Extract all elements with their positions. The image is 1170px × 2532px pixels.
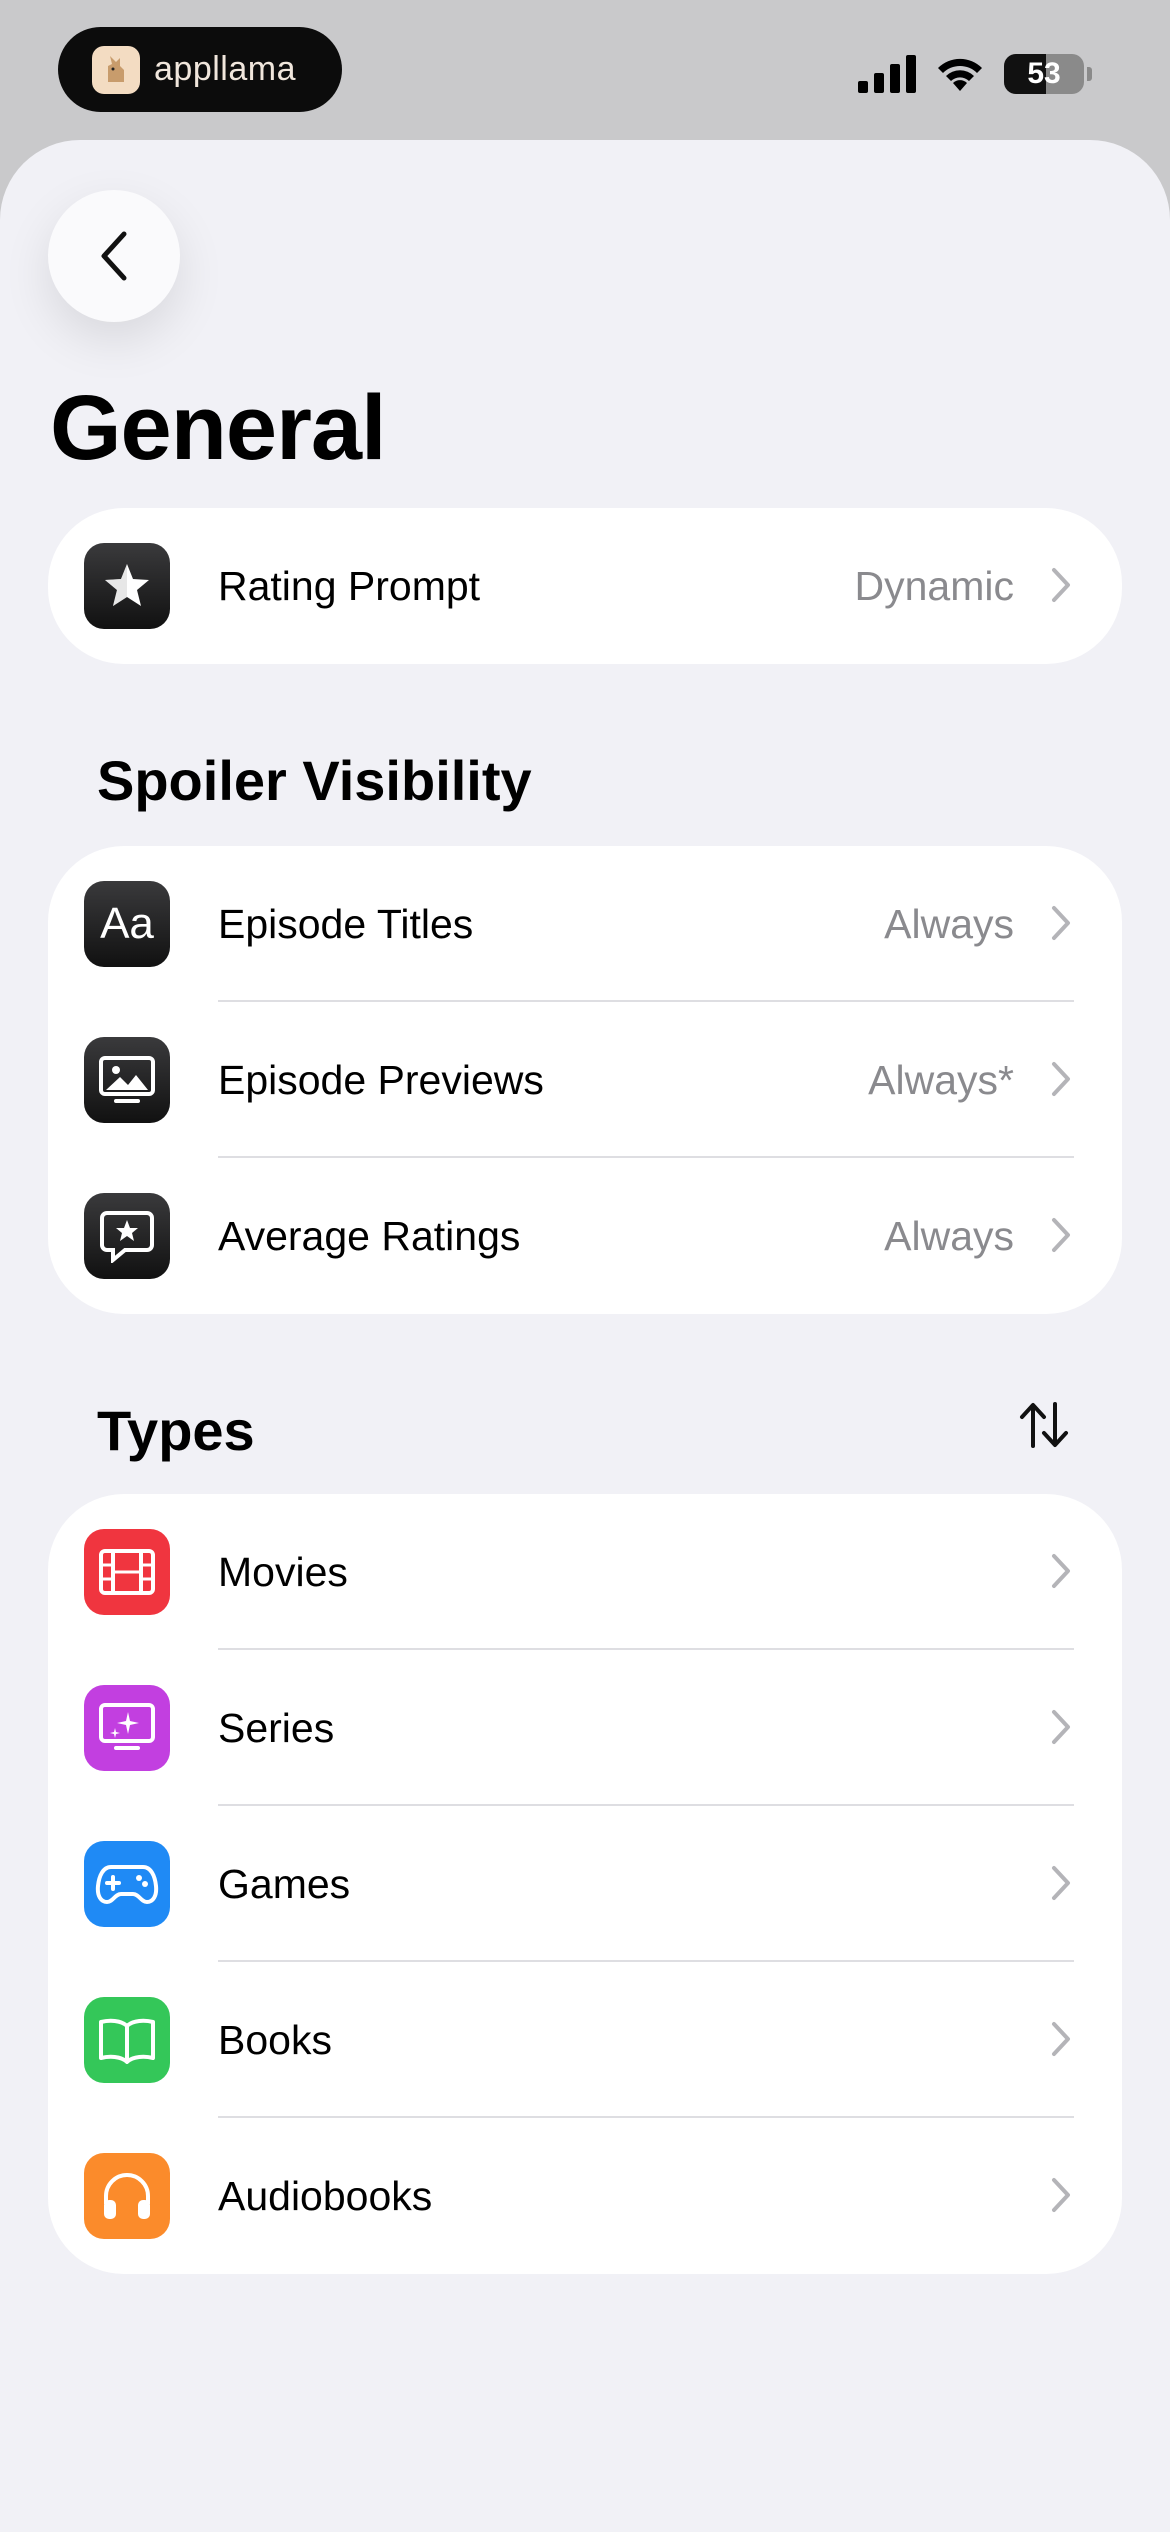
- film-icon: [84, 1529, 170, 1615]
- page-title: General: [50, 377, 387, 479]
- chevron-right-icon: [1052, 2022, 1070, 2056]
- chevron-right-icon: [1052, 1554, 1070, 1588]
- audiobooks-label: Audiobooks: [218, 2172, 433, 2219]
- photo-tv-icon: [84, 1037, 170, 1123]
- rating-prompt-value: Dynamic: [854, 562, 1014, 609]
- series-row[interactable]: Series: [48, 1650, 1122, 1806]
- episode-previews-value: Always*: [868, 1056, 1014, 1103]
- episode-titles-value: Always: [884, 900, 1014, 947]
- types-header: Types: [97, 1399, 255, 1462]
- status-bar: appllama 53: [0, 0, 1170, 140]
- general-card: Rating Prompt Dynamic: [48, 508, 1122, 664]
- headphones-icon: [84, 2153, 170, 2239]
- movies-label: Movies: [218, 1548, 348, 1595]
- episode-titles-label: Episode Titles: [218, 900, 474, 947]
- brand-pill: appllama: [58, 27, 342, 112]
- wifi-icon: [938, 58, 982, 91]
- brand-name: appllama: [154, 50, 296, 88]
- back-button[interactable]: [48, 190, 180, 322]
- episode-previews-label: Episode Previews: [218, 1056, 544, 1103]
- average-ratings-row[interactable]: Average Ratings Always: [48, 1158, 1122, 1314]
- text-format-icon: Aa: [84, 881, 170, 967]
- settings-sheet: General Rating Prompt Dynamic Spoiler Vi…: [0, 140, 1170, 2532]
- book-icon: [84, 1997, 170, 2083]
- types-card: Movies Series Games Books Audiobooks: [48, 1494, 1122, 2274]
- chevron-right-icon: [1052, 568, 1070, 602]
- games-label: Games: [218, 1860, 351, 1907]
- average-ratings-label: Average Ratings: [218, 1212, 521, 1259]
- rating-prompt-label: Rating Prompt: [218, 562, 481, 609]
- gamepad-icon: [84, 1841, 170, 1927]
- spoiler-card: Aa Episode Titles Always Episode Preview…: [48, 846, 1122, 1314]
- movies-row[interactable]: Movies: [48, 1494, 1122, 1650]
- games-row[interactable]: Games: [48, 1806, 1122, 1962]
- chevron-right-icon: [1052, 1062, 1070, 1096]
- chevron-right-icon: [1052, 1866, 1070, 1900]
- chevron-right-icon: [1052, 2178, 1070, 2212]
- battery-percent: 53: [1027, 57, 1061, 90]
- books-label: Books: [218, 2016, 332, 2063]
- episode-titles-row[interactable]: Aa Episode Titles Always: [48, 846, 1122, 1002]
- battery-nub: [1087, 67, 1092, 81]
- star-icon: [84, 543, 170, 629]
- llama-logo-icon: [92, 45, 140, 94]
- average-ratings-value: Always: [884, 1212, 1014, 1259]
- spoiler-visibility-header: Spoiler Visibility: [97, 749, 532, 812]
- sort-arrows-icon[interactable]: [1018, 1400, 1070, 1450]
- tv-sparkle-icon: [84, 1685, 170, 1771]
- books-row[interactable]: Books: [48, 1962, 1122, 2118]
- chevron-left-icon: [101, 231, 127, 281]
- status-icons: 53: [858, 54, 1092, 94]
- episode-previews-row[interactable]: Episode Previews Always*: [48, 1002, 1122, 1158]
- chevron-right-icon: [1052, 1218, 1070, 1252]
- cellular-signal-icon: [858, 55, 916, 93]
- battery-icon: 53: [1004, 54, 1084, 94]
- chevron-right-icon: [1052, 1710, 1070, 1744]
- series-label: Series: [218, 1704, 335, 1751]
- audiobooks-row[interactable]: Audiobooks: [48, 2118, 1122, 2274]
- rating-bubble-icon: [84, 1193, 170, 1279]
- chevron-right-icon: [1052, 906, 1070, 940]
- rating-prompt-row[interactable]: Rating Prompt Dynamic: [48, 508, 1122, 664]
